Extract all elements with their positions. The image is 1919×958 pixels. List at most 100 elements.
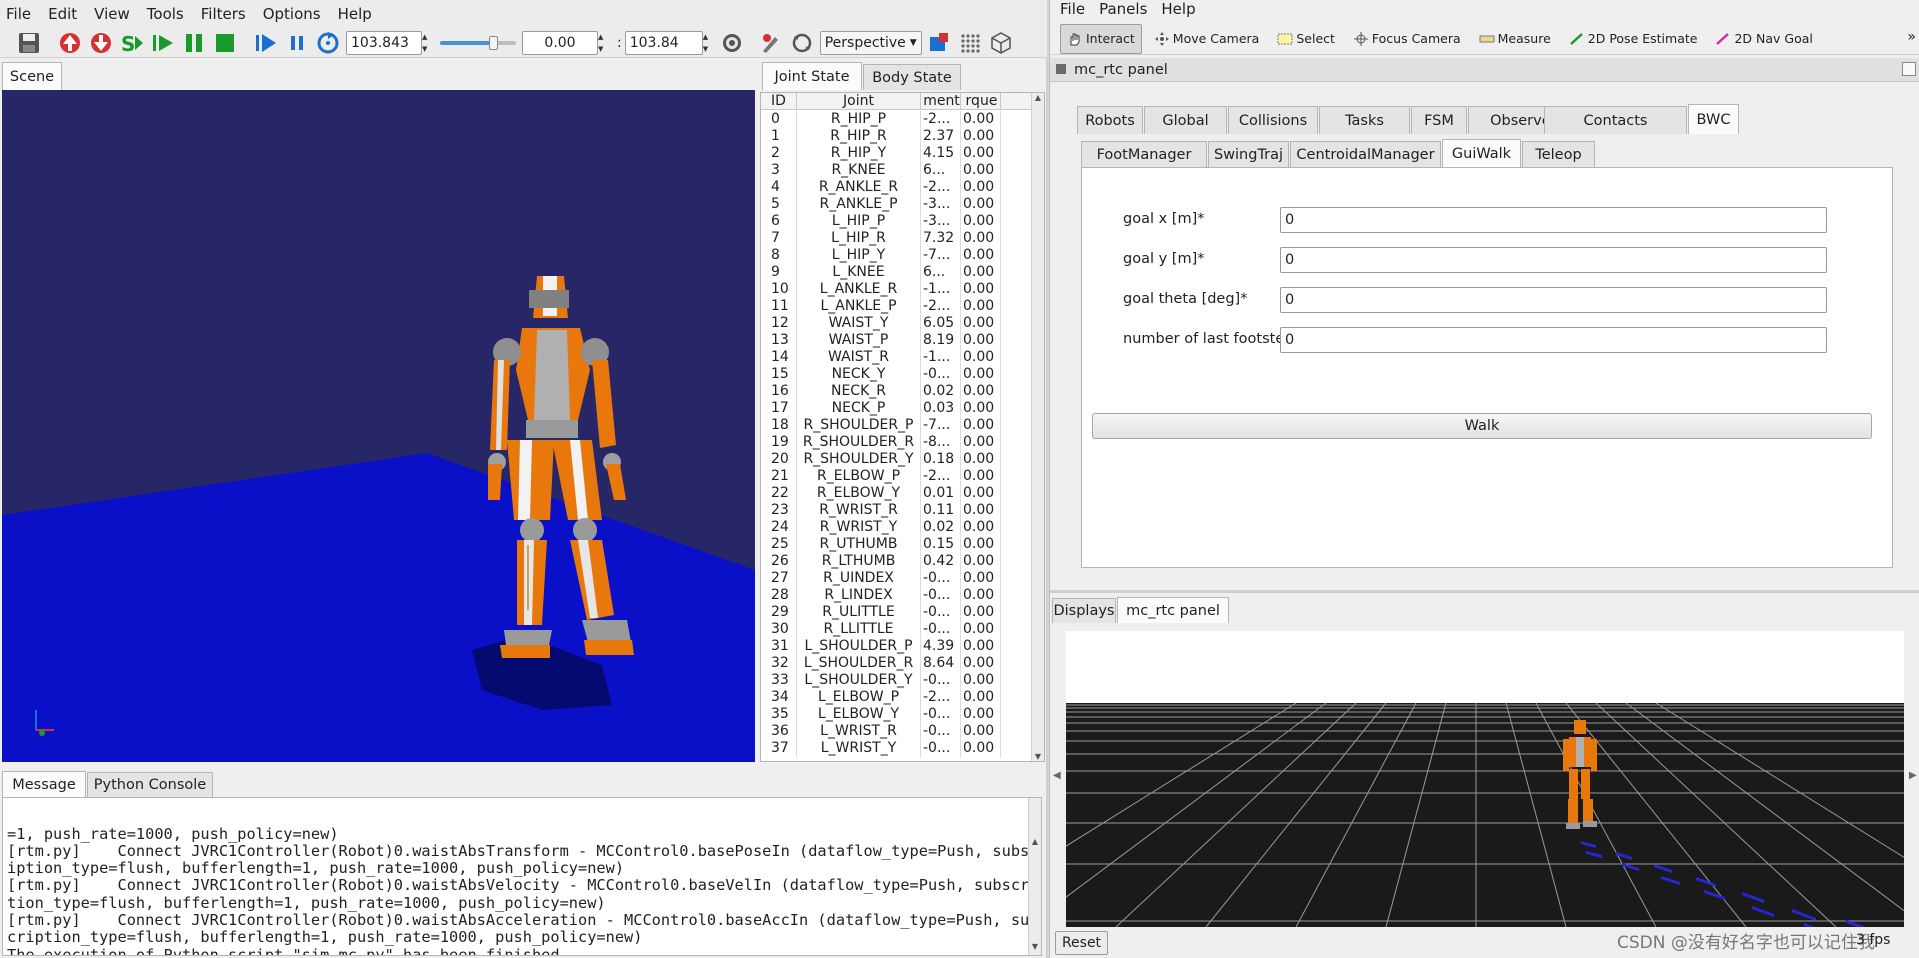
joint-row[interactable]: 36 L_WRIST_R -0... 0.00 [761, 723, 1031, 740]
joint-row[interactable]: 5 R_ANKLE_P -3... 0.00 [761, 196, 1031, 213]
move-down-robot-icon[interactable] [88, 30, 114, 56]
joint-row[interactable]: 20 R_SHOULDER_Y 0.18 0.00 [761, 451, 1031, 468]
menu-file[interactable]: File [6, 5, 31, 23]
tool-focus-camera[interactable]: Focus Camera [1347, 24, 1467, 54]
joint-row[interactable]: 18 R_SHOULDER_P -7... 0.00 [761, 417, 1031, 434]
joint-row[interactable]: 25 R_UTHUMB 0.15 0.00 [761, 536, 1031, 553]
joint-row[interactable]: 4 R_ANKLE_R -2... 0.00 [761, 179, 1031, 196]
joint-row[interactable]: 3 R_KNEE 6... 0.00 [761, 162, 1031, 179]
tool-2d-nav-goal[interactable]: 2D Nav Goal [1709, 24, 1818, 54]
message-log[interactable]: =1, push_rate=1000, push_policy=new) [rtm… [2, 797, 1042, 956]
tab-global[interactable]: Global [1144, 106, 1227, 134]
joint-row[interactable]: 1 R_HIP_R 2.37 0.00 [761, 128, 1031, 145]
start-time-input[interactable]: 0.00 [522, 30, 598, 55]
joint-row[interactable]: 16 NECK_R 0.02 0.00 [761, 383, 1031, 400]
tab-contacts[interactable]: Contacts [1544, 106, 1687, 134]
tab-joint-state[interactable]: Joint State [762, 62, 862, 90]
rviz-3d-view[interactable] [1066, 631, 1904, 927]
tab-scene[interactable]: Scene [2, 62, 62, 90]
tab-message[interactable]: Message [2, 771, 86, 797]
subtab-swingtraj[interactable]: SwingTraj [1208, 141, 1289, 167]
joint-row[interactable]: 9 L_KNEE 6... 0.00 [761, 264, 1031, 281]
joint-row[interactable]: 21 R_ELBOW_P -2... 0.00 [761, 468, 1031, 485]
rviz-menu-panels[interactable]: Panels [1099, 0, 1147, 18]
point-grid-icon[interactable] [957, 30, 983, 56]
tab-bwc[interactable]: BWC [1688, 104, 1739, 134]
joint-row[interactable]: 6 L_HIP_P -3... 0.00 [761, 213, 1031, 230]
camera-rotate-icon[interactable] [789, 30, 815, 56]
tool-interact[interactable]: Interact [1060, 23, 1142, 54]
menu-view[interactable]: View [94, 5, 130, 23]
rviz-menu-file[interactable]: File [1060, 0, 1085, 18]
joint-row[interactable]: 28 R_LINDEX -0... 0.00 [761, 587, 1031, 604]
play-icon[interactable] [253, 30, 279, 56]
menu-edit[interactable]: Edit [48, 5, 77, 23]
tab-collisions[interactable]: Collisions [1228, 106, 1318, 134]
toolbar-overflow-icon[interactable]: » [1907, 29, 1916, 45]
tab-fsm[interactable]: FSM [1411, 106, 1467, 134]
joint-row[interactable]: 11 L_ANKLE_P -2... 0.00 [761, 298, 1031, 315]
subtab-guiwalk[interactable]: GuiWalk [1442, 139, 1521, 167]
menu-help[interactable]: Help [338, 5, 372, 23]
scroll-up-icon[interactable]: ▲ [1032, 93, 1044, 102]
joint-row[interactable]: 8 L_HIP_Y -7... 0.00 [761, 247, 1031, 264]
joint-row[interactable]: 2 R_HIP_Y 4.15 0.00 [761, 145, 1031, 162]
col-torque-header[interactable]: rque [961, 93, 1001, 109]
joint-row[interactable]: 35 L_ELBOW_Y -0... 0.00 [761, 706, 1031, 723]
joint-row[interactable]: 33 L_SHOULDER_Y -0... 0.00 [761, 672, 1031, 689]
collapse-left-icon[interactable]: ◀ [1053, 770, 1061, 781]
joint-row[interactable]: 30 R_LLITTLE -0... 0.00 [761, 621, 1031, 638]
tab-tasks[interactable]: Tasks [1319, 106, 1410, 134]
time-spinner[interactable]: ▲ ▼ [422, 31, 434, 55]
goal-theta-input[interactable]: 0 [1280, 287, 1827, 313]
edit-mode-icon[interactable] [758, 30, 784, 56]
menu-options[interactable]: Options [263, 5, 321, 23]
collapse-right-icon[interactable]: ▶ [1909, 770, 1917, 781]
tool-select[interactable]: Select [1271, 24, 1341, 54]
col-id-header[interactable]: ID [761, 93, 797, 109]
reset-button[interactable]: Reset [1055, 931, 1108, 955]
joint-row[interactable]: 10 L_ANKLE_R -1... 0.00 [761, 281, 1031, 298]
settings-gear-icon[interactable] [719, 30, 745, 56]
wireframe-cube-icon[interactable] [988, 30, 1014, 56]
tool-measure[interactable]: Measure [1473, 24, 1557, 54]
joint-row[interactable]: 29 R_ULITTLE -0... 0.00 [761, 604, 1031, 621]
camera-target-icon[interactable] [926, 30, 952, 56]
joint-row[interactable]: 15 NECK_Y -0... 0.00 [761, 366, 1031, 383]
start-sim-icon[interactable]: S [119, 30, 145, 56]
joint-row[interactable]: 34 L_ELBOW_P -2... 0.00 [761, 689, 1031, 706]
last-footstep-input[interactable]: 0 [1280, 327, 1827, 353]
splitter[interactable] [1046, 58, 1048, 958]
menu-filters[interactable]: Filters [201, 5, 246, 23]
joint-row[interactable]: 24 R_WRIST_Y 0.02 0.00 [761, 519, 1031, 536]
joint-table-scrollbar[interactable]: ▲ ▼ [1031, 93, 1044, 761]
scroll-down-icon[interactable]: ▼ [1029, 938, 1041, 955]
joint-row[interactable]: 14 WAIST_R -1... 0.00 [761, 349, 1031, 366]
joint-row[interactable]: 32 L_SHOULDER_R 8.64 0.00 [761, 655, 1031, 672]
scroll-up-icon[interactable]: ▲ [1029, 833, 1041, 850]
goal-x-input[interactable]: 0 [1280, 207, 1827, 233]
refresh-icon[interactable] [315, 30, 341, 56]
resume-sim-icon[interactable] [150, 30, 176, 56]
vertical-splitter[interactable] [1050, 590, 1919, 593]
rviz-menu-help[interactable]: Help [1161, 0, 1195, 18]
walk-button[interactable]: Walk [1092, 413, 1872, 439]
goal-y-input[interactable]: 0 [1280, 247, 1827, 273]
menu-tools[interactable]: Tools [147, 5, 184, 23]
end-time-spinner[interactable]: ▲ ▼ [703, 31, 715, 55]
stop-sim-icon[interactable] [212, 30, 238, 56]
tab-displays[interactable]: Displays [1052, 598, 1116, 623]
subtab-centroidalmanager[interactable]: CentroidalManager [1290, 141, 1441, 167]
tool-2d-pose-estimate[interactable]: 2D Pose Estimate [1563, 24, 1704, 54]
message-scrollbar[interactable]: ▲ ▼ [1028, 798, 1041, 955]
panel-float-button[interactable] [1902, 62, 1916, 76]
joint-row[interactable]: 7 L_HIP_R 7.32 0.00 [761, 230, 1031, 247]
time-slider[interactable] [438, 31, 518, 55]
save-icon[interactable] [16, 30, 42, 56]
joint-row[interactable]: 31 L_SHOULDER_P 4.39 0.00 [761, 638, 1031, 655]
joint-row[interactable]: 17 NECK_P 0.03 0.00 [761, 400, 1031, 417]
col-movement-header[interactable]: ment [921, 93, 961, 109]
joint-row[interactable]: 13 WAIST_P 8.19 0.00 [761, 332, 1031, 349]
joint-row[interactable]: 37 L_WRIST_Y -0... 0.00 [761, 740, 1031, 757]
col-joint-header[interactable]: Joint [797, 93, 921, 109]
